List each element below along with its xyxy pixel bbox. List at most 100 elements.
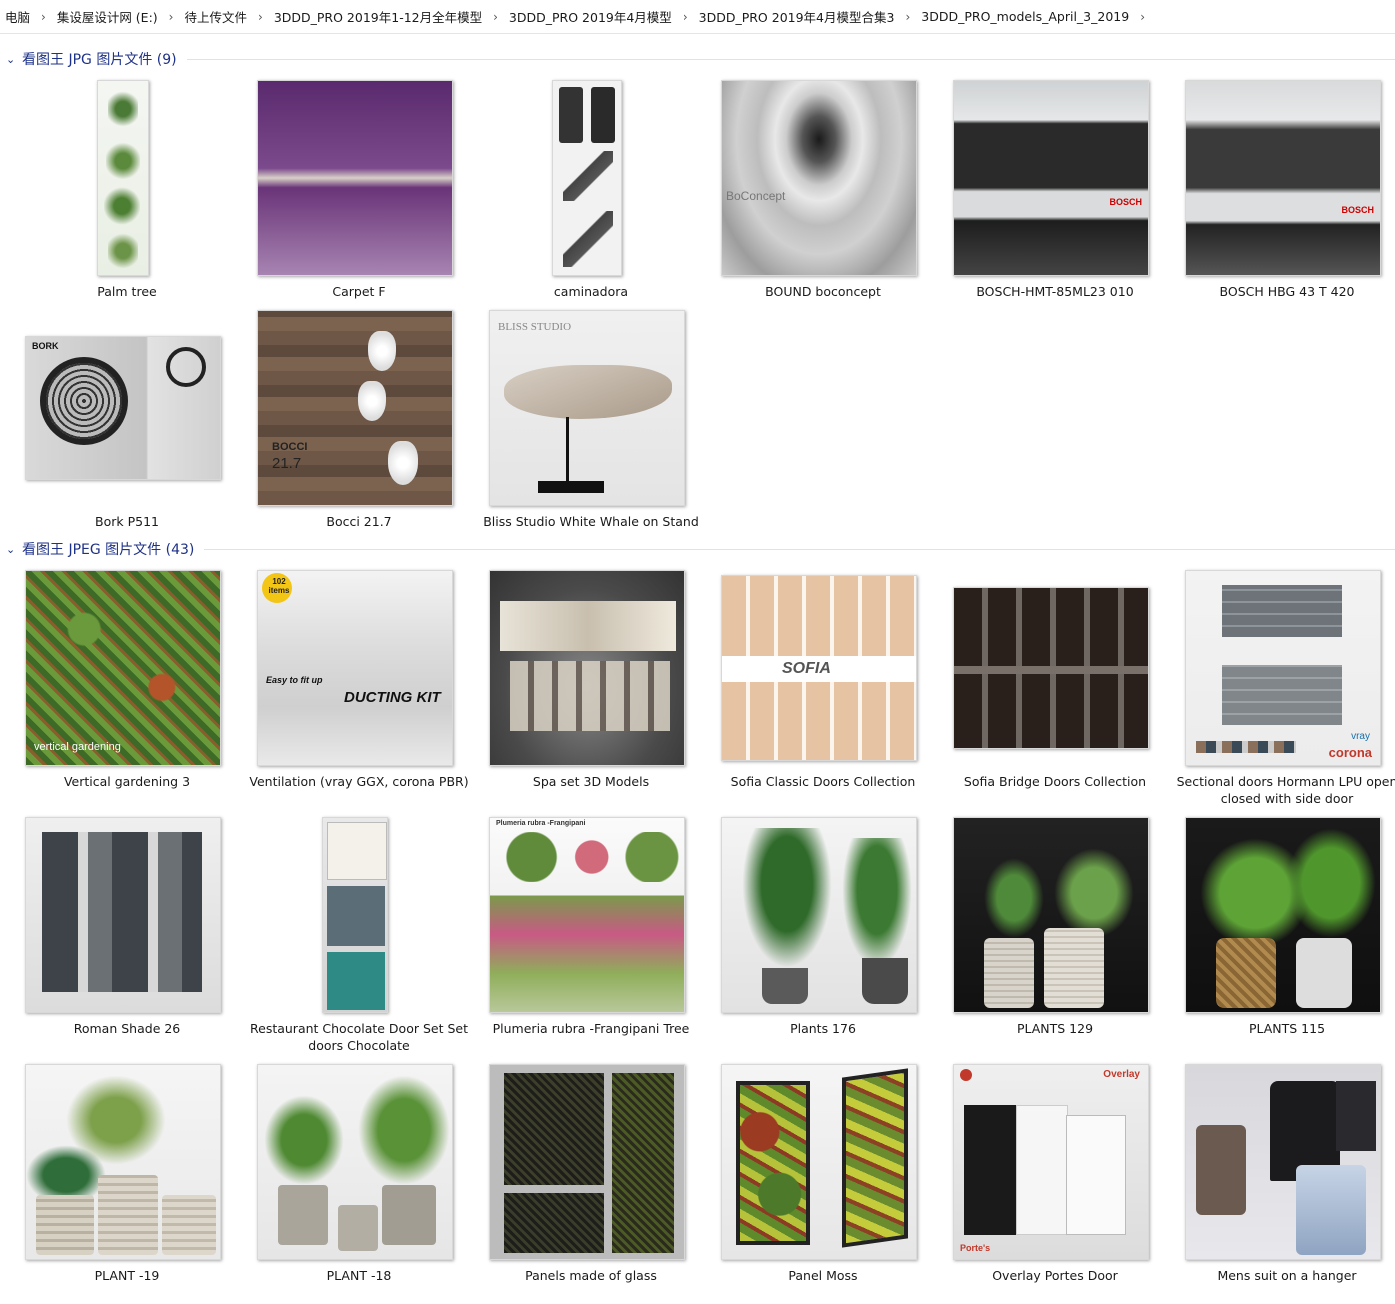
thumbnail-image[interactable]: BoConcept <box>721 80 917 276</box>
file-item[interactable]: Spa set 3D Models <box>474 570 698 810</box>
file-item[interactable]: Mens suit on a hanger <box>1170 1064 1394 1304</box>
thumbnail-image[interactable]: vertical gardening <box>25 570 221 766</box>
file-item[interactable]: BORK Bork P511 <box>10 310 234 550</box>
breadcrumb-item[interactable]: 3DDD_PRO 2019年4月模型 <box>506 7 675 26</box>
thumbnail-image[interactable] <box>953 817 1149 1013</box>
thumbnail[interactable]: BoConcept <box>721 80 917 276</box>
thumbnail-image[interactable]: Plumeria rubra -Frangipani <box>489 817 685 1013</box>
thumbnail-image[interactable] <box>721 1064 917 1260</box>
thumbnail[interactable] <box>489 570 685 766</box>
thumbnail[interactable]: BOSCH <box>953 80 1149 276</box>
breadcrumb-item[interactable]: 3DDD_PRO_models_April_3_2019 <box>918 9 1132 24</box>
file-name: Bork P511 <box>95 514 159 529</box>
thumbnail-image[interactable] <box>721 817 917 1013</box>
thumbnail-image[interactable] <box>322 817 388 1013</box>
thumbnail[interactable]: BLISS STUDIO <box>489 310 685 506</box>
file-item[interactable]: Overlay Porte's Overlay Portes Door <box>938 1064 1162 1304</box>
thumbnail[interactable] <box>25 1064 221 1260</box>
thumbnail-image[interactable] <box>25 817 221 1013</box>
chevron-right-icon[interactable]: › <box>485 10 506 24</box>
thumbnail[interactable]: SOFIA <box>721 570 917 766</box>
thumbnail-image[interactable] <box>1185 817 1381 1013</box>
file-item[interactable]: BLISS STUDIO Bliss Studio White Whale on … <box>474 310 699 550</box>
thumbnail-image[interactable]: Overlay Porte's <box>953 1064 1149 1260</box>
thumbnail[interactable] <box>1185 1064 1381 1260</box>
file-item[interactable]: PLANTS 115 <box>1170 817 1394 1057</box>
thumbnail[interactable] <box>1185 817 1381 1013</box>
thumbnail[interactable]: 102 items Easy to fit up DUCTING KIT <box>257 570 453 766</box>
thumbnail[interactable]: BOCCI 21.7 <box>257 310 453 506</box>
file-item[interactable]: PLANT -18 <box>242 1064 466 1304</box>
file-item[interactable]: BOCCI 21.7 Bocci 21.7 <box>242 310 466 550</box>
thumbnail[interactable]: vertical gardening <box>25 570 221 766</box>
thumbnail[interactable] <box>25 80 221 276</box>
thumbnail[interactable] <box>489 1064 685 1260</box>
thumbnail[interactable] <box>489 80 685 276</box>
thumbnail-image[interactable] <box>97 80 149 276</box>
thumbnail[interactable] <box>721 1064 917 1260</box>
file-item[interactable]: vertical gardening Vertical gardening 3 <box>10 570 234 810</box>
thumbnail[interactable] <box>257 80 453 276</box>
chevron-down-icon[interactable]: ⌄ <box>6 53 20 66</box>
brand-text: Porte's <box>960 1243 991 1253</box>
file-item[interactable]: vray corona Sectional doors Hormann LPU op… <box>1170 570 1395 810</box>
file-item[interactable]: BoConcept BOUND boconcept <box>706 80 930 320</box>
group-header-jpg[interactable]: ⌄ 看图王 JPG 图片文件 (9) <box>0 47 1395 71</box>
thumbnail-image[interactable]: 102 items Easy to fit up DUCTING KIT <box>257 570 453 766</box>
breadcrumb-item[interactable]: 3DDD_PRO 2019年1-12月全年模型 <box>271 7 485 26</box>
thumbnail-image[interactable] <box>489 1064 685 1260</box>
file-item[interactable]: Panels made of glass <box>474 1064 698 1304</box>
thumbnail-image[interactable] <box>489 570 685 766</box>
thumbnail[interactable]: BORK <box>25 310 221 506</box>
thumbnail-image[interactable] <box>953 587 1149 749</box>
thumbnail[interactable] <box>257 1064 453 1260</box>
file-item[interactable]: Panel Moss <box>706 1064 930 1304</box>
thumbnail-image[interactable]: BORK <box>25 336 221 480</box>
file-item[interactable]: PLANT -19 <box>10 1064 234 1304</box>
file-item[interactable]: Restaurant Chocolate Door Set Set doors … <box>242 817 468 1057</box>
file-item[interactable]: PLANTS 129 <box>938 817 1162 1057</box>
thumbnail[interactable]: BOSCH <box>1185 80 1381 276</box>
file-item[interactable]: Palm tree <box>10 80 234 320</box>
chevron-right-icon[interactable]: › <box>161 10 182 24</box>
thumbnail-image[interactable]: SOFIA <box>721 575 917 761</box>
thumbnail-image[interactable]: BOSCH <box>1185 80 1381 276</box>
file-item[interactable]: SOFIA Sofia Classic Doors Collection <box>706 570 930 810</box>
thumbnail-image[interactable] <box>25 1064 221 1260</box>
thumbnail[interactable] <box>257 817 453 1013</box>
brand-text: corona <box>1328 745 1372 760</box>
chevron-right-icon[interactable]: › <box>1132 10 1153 24</box>
thumbnail-image[interactable] <box>1185 1064 1381 1260</box>
thumbnail-image[interactable] <box>552 80 622 276</box>
chevron-right-icon[interactable]: › <box>250 10 271 24</box>
breadcrumb-item[interactable]: 电脑 <box>2 7 33 26</box>
thumbnail[interactable] <box>25 817 221 1013</box>
file-item[interactable]: Plants 176 <box>706 817 930 1057</box>
thumbnail[interactable]: Plumeria rubra -Frangipani <box>489 817 685 1013</box>
breadcrumb-item[interactable]: 集设屋设计网 (E:) <box>54 7 161 26</box>
chevron-right-icon[interactable]: › <box>897 10 918 24</box>
thumbnail[interactable] <box>953 817 1149 1013</box>
thumbnail[interactable]: vray corona <box>1185 570 1381 766</box>
breadcrumb-item[interactable]: 3DDD_PRO 2019年4月模型合集3 <box>696 7 898 26</box>
file-item[interactable]: Sofia Bridge Doors Collection <box>938 570 1162 810</box>
thumbnail-image[interactable]: BLISS STUDIO <box>489 310 685 506</box>
chevron-right-icon[interactable]: › <box>675 10 696 24</box>
thumbnail-image[interactable] <box>257 80 453 276</box>
thumbnail[interactable] <box>953 570 1149 766</box>
chevron-right-icon[interactable]: › <box>33 10 54 24</box>
file-item[interactable]: BOSCH BOSCH-HMT-85ML23 010 <box>938 80 1162 320</box>
breadcrumb-item[interactable]: 待上传文件 <box>181 7 250 26</box>
thumbnail-image[interactable]: vray corona <box>1185 570 1381 766</box>
file-item[interactable]: Carpet F <box>242 80 466 320</box>
file-item[interactable]: 102 items Easy to fit up DUCTING KIT Ventil… <box>242 570 469 810</box>
thumbnail[interactable]: Overlay Porte's <box>953 1064 1149 1260</box>
thumbnail-image[interactable]: BOSCH <box>953 80 1149 276</box>
file-item[interactable]: caminadora <box>474 80 698 320</box>
thumbnail-image[interactable] <box>257 1064 453 1260</box>
thumbnail[interactable] <box>721 817 917 1013</box>
thumbnail-image[interactable]: BOCCI 21.7 <box>257 310 453 506</box>
file-item[interactable]: BOSCH BOSCH HBG 43 T 420 <box>1170 80 1394 320</box>
file-item[interactable]: Plumeria rubra -Frangipani Plumeria rubra… <box>474 817 698 1057</box>
file-item[interactable]: Roman Shade 26 <box>10 817 234 1057</box>
